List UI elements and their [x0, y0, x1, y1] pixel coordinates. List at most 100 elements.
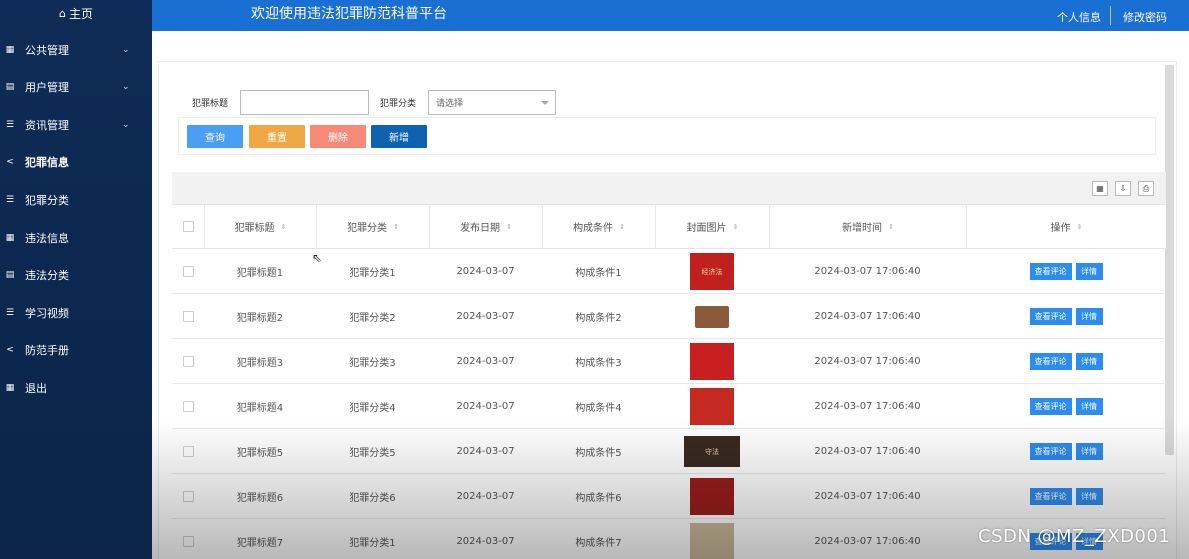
sidebar-item-3[interactable]: < 犯罪信息 [0, 148, 152, 176]
column-header-6[interactable]: 操作 ⇕ [966, 204, 1166, 249]
column-header-label: 发布日期 [460, 223, 501, 234]
main-content: ▲ 犯罪标题 犯罪分类 请选择 查询 重置 删除 新增 ▦ ⇩ ⎙ 犯罪标题⇕犯… [152, 31, 1189, 559]
app-window: ⌂ 主页 ▦ 公共管理 ⌄ ▤ 用户管理 ⌄ ☰ 资讯管理 ⌄ < 犯罪信息 ☰ 犯罪分类 ▦ 违法信息 ▤ 违… [0, 0, 1189, 559]
cover-image[interactable]: 守法 [684, 436, 740, 467]
row-checkbox-cell [172, 519, 204, 559]
cell-cover [655, 339, 769, 384]
sidebar-item-6[interactable]: ▤ 违法分类 [0, 261, 152, 289]
sort-icon[interactable]: ⇕ [281, 223, 287, 231]
cell-actions: 查看评论 详情 [966, 474, 1166, 519]
detail-button[interactable]: 详情 [1075, 263, 1103, 280]
row-checkbox-cell [172, 249, 204, 294]
column-header-2[interactable]: 发布日期 ⇕ [429, 204, 542, 249]
row-checkbox[interactable] [182, 401, 194, 412]
view-comments-button[interactable]: 查看评论 [1029, 398, 1072, 415]
column-header-5[interactable]: 新增时间 ⇕ [769, 204, 966, 249]
sort-icon[interactable]: ⇕ [888, 223, 894, 231]
cover-image[interactable] [690, 343, 734, 380]
row-checkbox-cell [172, 339, 204, 384]
cell-category: 犯罪分类5 [349, 448, 396, 459]
sort-icon[interactable]: ⇕ [506, 223, 512, 231]
cover-image[interactable] [690, 523, 734, 559]
sidebar-item-7[interactable]: ☰ 学习视频 [0, 299, 152, 327]
view-comments-button[interactable]: 查看评论 [1029, 443, 1072, 460]
detail-button[interactable]: 详情 [1075, 308, 1103, 325]
cell-title: 犯罪标题4 [236, 403, 284, 414]
delete-button[interactable]: 删除 [310, 125, 366, 148]
sort-icon[interactable]: ⇕ [1077, 223, 1083, 231]
column-header-label: 犯罪标题 [234, 223, 275, 234]
title-search-input[interactable] [240, 90, 369, 115]
detail-button[interactable]: 详情 [1075, 443, 1103, 460]
cover-text: 守法 [705, 447, 719, 456]
select-all-cell [172, 204, 204, 249]
category-select[interactable]: 请选择 [428, 90, 556, 115]
query-button[interactable]: 查询 [187, 125, 243, 148]
column-header-0[interactable]: 犯罪标题 ⇕ [204, 204, 316, 249]
print-icon[interactable]: ⎙ [1138, 181, 1154, 196]
view-comments-button[interactable]: 查看评论 [1029, 488, 1072, 505]
cell-title: 犯罪标题7 [236, 538, 284, 549]
cell-title: 犯罪标题2 [236, 313, 284, 324]
chevron-down-icon: ⌄ [122, 45, 130, 55]
sidebar-item-8[interactable]: < 防范手册 [0, 336, 152, 364]
add-button[interactable]: 新增 [371, 125, 427, 148]
sidebar-item-9[interactable]: ▦ 退出 [0, 374, 152, 402]
cover-image[interactable]: 经济法 [690, 253, 734, 290]
cover-image[interactable] [690, 388, 734, 425]
row-checkbox-cell [172, 429, 204, 474]
cover-image[interactable] [690, 478, 734, 515]
cell-title: 犯罪标题6 [236, 493, 284, 504]
view-comments-button[interactable]: 查看评论 [1029, 353, 1072, 370]
sidebar-item-label: 违法分类 [25, 269, 69, 282]
export-icon[interactable]: ⇩ [1115, 181, 1131, 196]
sort-icon[interactable]: ⇕ [619, 223, 625, 231]
row-checkbox[interactable] [182, 266, 194, 277]
book-icon: ▤ [5, 82, 15, 92]
column-header-4[interactable]: 封面图片 ⇕ [655, 204, 769, 249]
columns-icon[interactable]: ▦ [1092, 181, 1108, 196]
sort-icon[interactable]: ⇕ [733, 223, 739, 231]
list-icon: ☰ [5, 120, 15, 130]
column-header-label: 犯罪分类 [347, 223, 388, 234]
scrollbar[interactable] [1165, 65, 1174, 455]
chevron-down-icon: ⌄ [122, 82, 130, 92]
sidebar-home[interactable]: ⌂ 主页 [0, 0, 152, 26]
detail-button[interactable]: 详情 [1075, 398, 1103, 415]
column-header-label: 操作 [1050, 223, 1071, 234]
grid-icon: ▦ [5, 45, 15, 55]
cell-date: 2024-03-07 [456, 356, 515, 367]
sidebar-item-2[interactable]: ☰ 资讯管理 ⌄ [0, 111, 152, 139]
row-checkbox[interactable] [182, 491, 194, 502]
select-all-checkbox[interactable] [182, 221, 194, 232]
row-checkbox-cell [172, 384, 204, 429]
row-checkbox[interactable] [182, 356, 194, 367]
sort-icon[interactable]: ⇕ [393, 223, 399, 231]
cell-date: 2024-03-07 [456, 491, 515, 502]
cell-category: 犯罪分类1 [349, 538, 396, 549]
column-header-3[interactable]: 构成条件 ⇕ [542, 204, 655, 249]
cell-created: 2024-03-07 17:06:40 [814, 266, 921, 277]
detail-button[interactable]: 详情 [1075, 353, 1103, 370]
column-header-1[interactable]: 犯罪分类 ⇕ [316, 204, 429, 249]
detail-button[interactable]: 详情 [1075, 488, 1103, 505]
cover-image[interactable] [690, 298, 734, 335]
cell-date: 2024-03-07 [456, 266, 515, 277]
reset-button[interactable]: 重置 [249, 125, 305, 148]
view-comments-button[interactable]: 查看评论 [1029, 263, 1072, 280]
sidebar-item-1[interactable]: ▤ 用户管理 ⌄ [0, 73, 152, 101]
grid-icon: ▦ [5, 383, 15, 393]
profile-link[interactable]: 个人信息 [1057, 9, 1101, 25]
sidebar-item-label: 犯罪分类 [25, 194, 69, 207]
row-checkbox[interactable] [182, 536, 194, 547]
cell-title: 犯罪标题1 [236, 268, 284, 279]
change-password-link[interactable]: 修改密码 [1123, 9, 1167, 25]
view-comments-button[interactable]: 查看评论 [1029, 308, 1072, 325]
row-checkbox[interactable] [182, 311, 194, 322]
sidebar-item-4[interactable]: ☰ 犯罪分类 [0, 186, 152, 214]
row-checkbox[interactable] [182, 446, 194, 457]
category-filter-label: 犯罪分类 [380, 99, 417, 109]
sidebar-item-5[interactable]: ▦ 违法信息 [0, 224, 152, 252]
sidebar-item-0[interactable]: ▦ 公共管理 ⌄ [0, 36, 152, 64]
cell-condition: 构成条件2 [575, 313, 622, 324]
